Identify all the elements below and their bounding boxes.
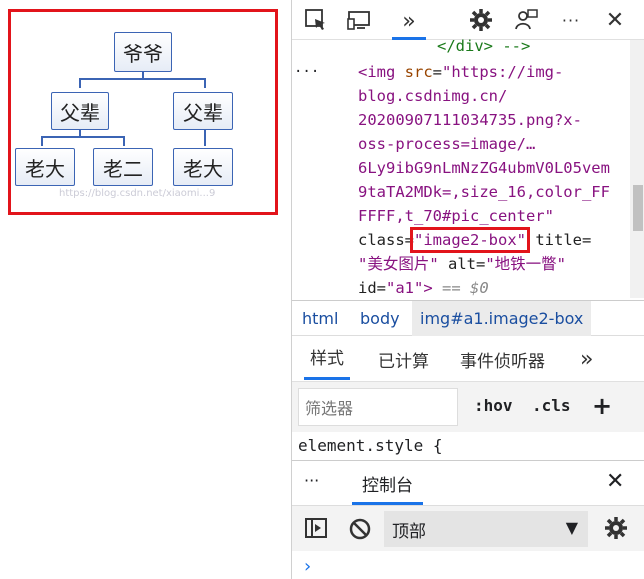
- connector: [123, 136, 125, 146]
- tab-event-listeners[interactable]: 事件侦听器: [460, 336, 545, 382]
- console-toolbar: 顶部 ▼: [292, 505, 644, 551]
- tree-node-root: 爷爷: [112, 30, 172, 72]
- class-line: class="image2-box" title=: [358, 227, 630, 253]
- tag-close: >: [423, 279, 433, 297]
- context-select[interactable]: 顶部 ▼: [384, 511, 588, 547]
- connector: [204, 130, 206, 146]
- connector: [79, 78, 206, 80]
- breadcrumb-body[interactable]: body: [360, 301, 400, 336]
- eq: =: [582, 231, 592, 249]
- src-line-7: FFFF,t_70#pic_center": [358, 207, 554, 225]
- eq: =: [376, 279, 387, 297]
- tree-node-father-right: 父辈: [171, 90, 233, 130]
- eq: =: [476, 255, 486, 273]
- comment-line: </div> -->: [437, 37, 531, 55]
- close-icon[interactable]: ✕: [600, 6, 630, 34]
- node-ellipsis[interactable]: ···: [294, 60, 319, 84]
- inspect-icon[interactable]: [302, 6, 330, 34]
- elements-tree[interactable]: </div> --> ··· <img src="https://img- bl…: [292, 37, 632, 300]
- device-emulation-icon[interactable]: [346, 6, 374, 34]
- attr-class: class: [358, 231, 405, 249]
- breadcrumb-html[interactable]: html: [302, 301, 338, 336]
- eq: =: [404, 231, 415, 249]
- tab-styles[interactable]: 样式: [304, 336, 350, 380]
- breadcrumb-img[interactable]: img#a1.image2-box: [412, 301, 592, 336]
- styles-tabs: 样式 已计算 事件侦听器 »: [292, 336, 644, 382]
- context-value: 顶部: [392, 521, 426, 542]
- image2-box-highlight[interactable]: 爷爷 父辈 父辈 老大 老二 老大 https://blog.csdn.net/…: [8, 9, 278, 215]
- more-tabs-icon[interactable]: »: [580, 336, 593, 382]
- attr-title: title: [526, 231, 582, 249]
- title-value: "美女图片": [358, 255, 439, 273]
- src-line-6: 9taTA2MDk=,size_16,color_FF: [358, 183, 610, 201]
- tree-node-child-2: 老二: [91, 146, 153, 186]
- alt-value: "地铁一瞥": [485, 255, 567, 273]
- selected-marker: == $0: [432, 279, 489, 297]
- tab-computed[interactable]: 已计算: [378, 336, 429, 382]
- filter-input[interactable]: 筛选器: [298, 388, 458, 426]
- tree-node-child-1: 老大: [13, 146, 75, 186]
- console-prompt[interactable]: ›: [304, 556, 311, 577]
- devtools-panel: » ··· ✕ </div> --> ··· <img src="https:/…: [291, 0, 644, 579]
- attr-id: id: [358, 279, 377, 297]
- clear-console-icon[interactable]: [348, 517, 372, 545]
- console-settings-icon[interactable]: [604, 516, 628, 544]
- scrollbar-thumb[interactable]: [633, 185, 643, 231]
- src-line-3: 20200907111034735.png?x-: [358, 111, 582, 129]
- attr-alt: alt: [438, 255, 476, 273]
- src-line-5: 6Ly9ibG9nLmNzZG4ubmV0L05vem: [358, 159, 610, 177]
- src-line-2: blog.csdnimg.cn/: [358, 87, 508, 105]
- watermark: https://blog.csdn.net/xiaomi...9: [59, 188, 216, 199]
- elements-scrollbar[interactable]: [630, 40, 644, 298]
- more-options-icon[interactable]: ···: [556, 6, 586, 34]
- attr-src: src: [404, 63, 433, 81]
- connector: [41, 136, 43, 146]
- sidebar-toggle-icon[interactable]: [304, 517, 328, 543]
- hov-button[interactable]: :hov: [474, 396, 513, 415]
- drawer-close-icon[interactable]: ✕: [606, 469, 624, 494]
- connector: [41, 136, 125, 138]
- tree-node-father-left: 父辈: [49, 90, 109, 130]
- drawer-more-icon[interactable]: ···: [304, 471, 319, 490]
- id-line: id="a1"> == $0: [358, 276, 630, 300]
- eq: =: [432, 63, 443, 81]
- more-tabs-icon[interactable]: »: [392, 6, 426, 40]
- tab-console[interactable]: 控制台: [352, 461, 423, 505]
- element-style-rule[interactable]: element.style {: [292, 432, 644, 460]
- title-alt-line: "美女图片" alt="地铁一瞥": [358, 252, 630, 276]
- class-value: "image2-box": [410, 227, 530, 253]
- breadcrumb: html body img#a1.image2-box: [292, 300, 644, 336]
- tag-open: <img: [358, 63, 405, 81]
- page-preview: 爷爷 父辈 父辈 老大 老二 老大 https://blog.csdn.net/…: [0, 0, 291, 579]
- connector: [79, 78, 81, 88]
- chevron-down-icon: ▼: [565, 518, 578, 537]
- styles-filter-bar: 筛选器 :hov .cls +: [292, 382, 644, 432]
- connector: [204, 78, 206, 88]
- id-value: "a1": [386, 279, 424, 297]
- new-rule-button[interactable]: +: [592, 392, 612, 420]
- settings-icon[interactable]: [467, 6, 495, 34]
- img-tag-line[interactable]: <img src="https://img-: [358, 60, 630, 84]
- cls-button[interactable]: .cls: [532, 396, 571, 415]
- feedback-icon[interactable]: [512, 6, 540, 34]
- src-line-4: oss-process=image/…: [358, 135, 536, 153]
- tree-node-child-3: 老大: [171, 146, 233, 186]
- drawer-tabs: ··· 控制台 ✕: [292, 460, 644, 505]
- src-value: "https://img-: [442, 63, 564, 81]
